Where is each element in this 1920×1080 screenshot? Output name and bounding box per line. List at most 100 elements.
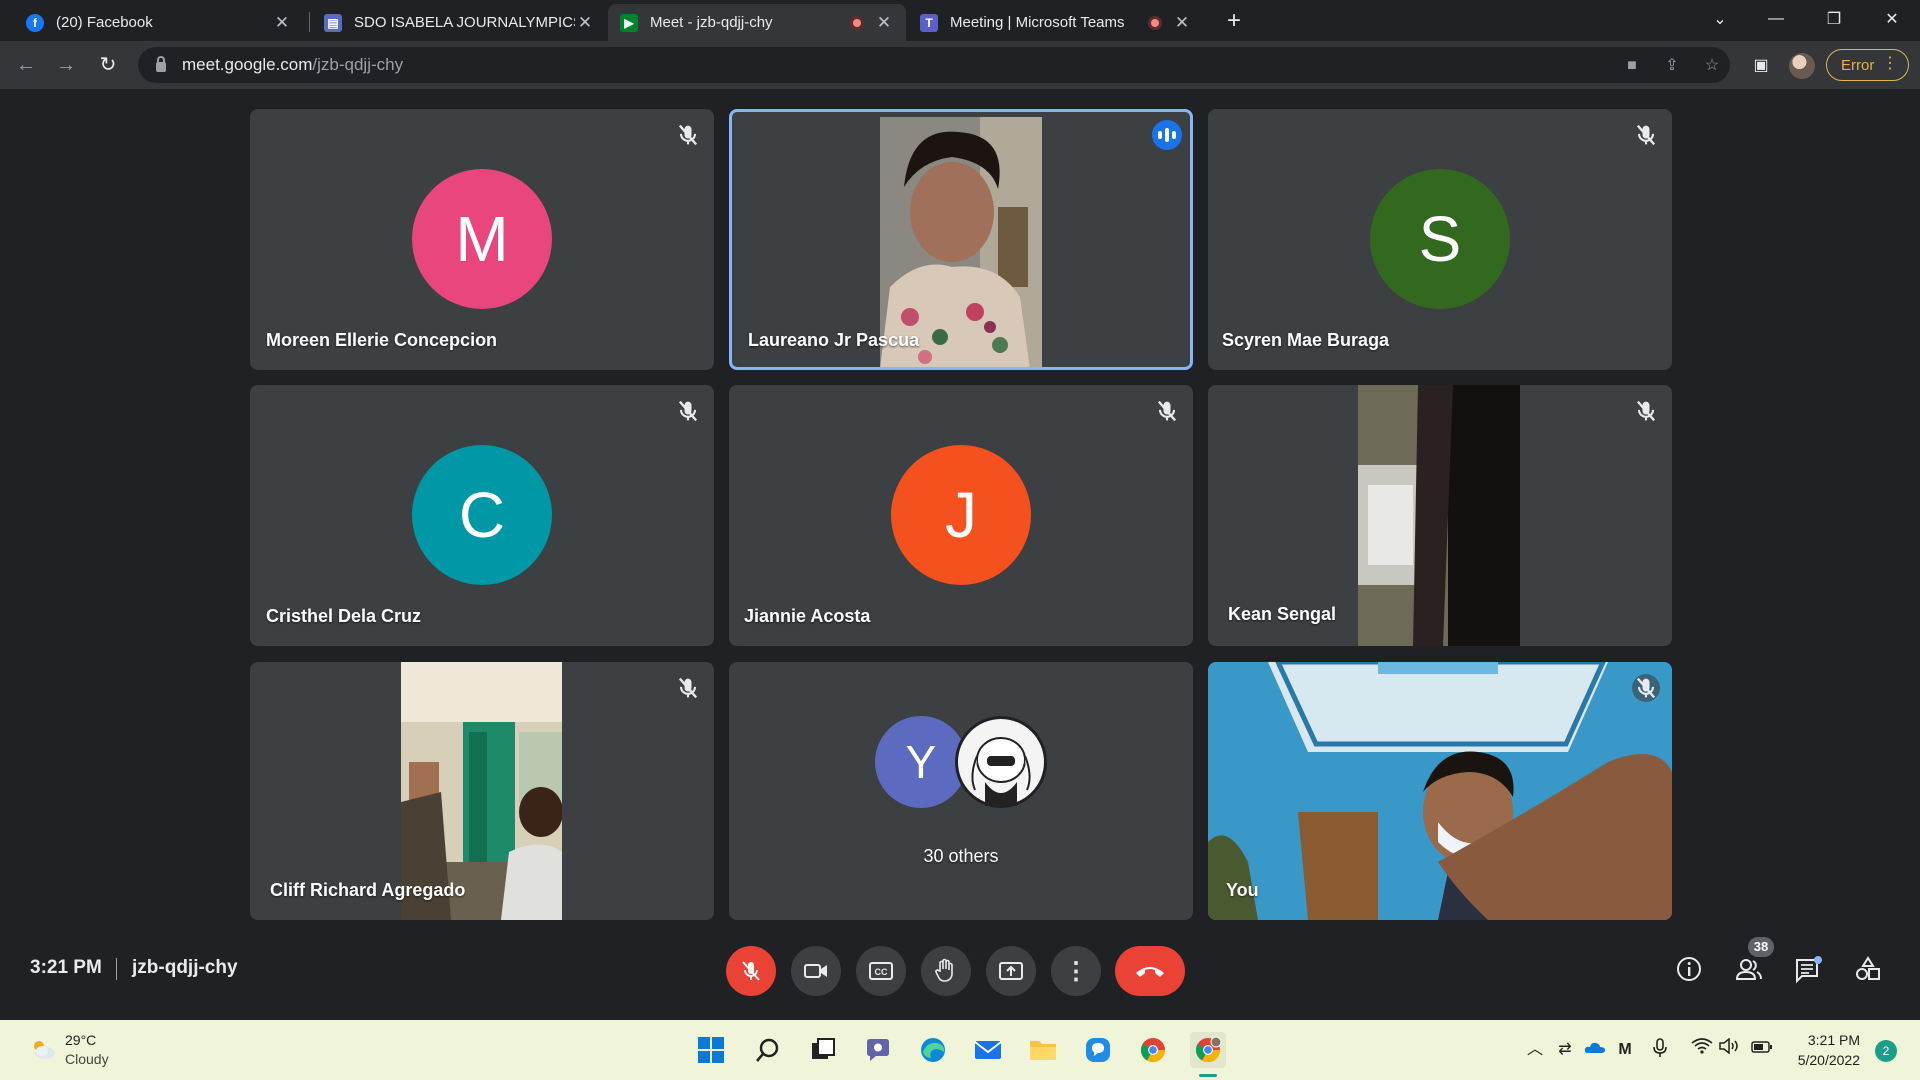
participant-tile[interactable]: Cliff Richard Agregado (250, 662, 714, 920)
captions-button[interactable]: CC (856, 946, 906, 996)
browser-tab-strip: f (20) Facebook ✕ ▤ SDO ISABELA JOURNALY… (0, 0, 1920, 41)
weather-temperature: 29°C (65, 1032, 97, 1048)
chat-icon[interactable] (1792, 955, 1824, 987)
error-button[interactable]: Error ⋮ (1826, 49, 1909, 81)
camera-icon[interactable]: ■ (1622, 56, 1642, 76)
present-screen-button[interactable] (986, 946, 1036, 996)
teams-icon: T (920, 13, 938, 32)
battery-icon[interactable] (1750, 1038, 1774, 1062)
active-app-indicator (1199, 1074, 1217, 1077)
avatar[interactable] (1789, 53, 1815, 79)
more-options-button[interactable]: ⋮ (1051, 946, 1101, 996)
facebook-icon: f (26, 13, 44, 32)
meeting-code: jzb-qdjj-chy (132, 957, 238, 978)
mic-off-icon (1636, 400, 1656, 422)
meet-icon: ▶ (620, 13, 638, 32)
minimize-button[interactable]: — (1748, 0, 1804, 38)
weather-condition: Cloudy (65, 1051, 109, 1067)
leave-call-button[interactable] (1115, 946, 1185, 996)
chevron-up-icon[interactable]: ︿ (1523, 1038, 1547, 1062)
windows-start-icon[interactable] (693, 1032, 729, 1068)
recording-icon (850, 15, 864, 30)
tab-meet[interactable]: ▶ Meet - jzb-qdjj-chy ✕ (608, 4, 906, 41)
hand-icon (935, 958, 953, 982)
address-bar[interactable]: meet.google.com/jzb-qdjj-chy ■ ⇪ ☆ (138, 47, 1730, 83)
lock-icon (156, 56, 166, 72)
mic-off-icon (1632, 674, 1660, 702)
camera-toggle-button[interactable] (791, 946, 841, 996)
meet-tray-icon[interactable]: Μ (1613, 1038, 1637, 1062)
close-window-button[interactable]: ✕ (1864, 0, 1920, 38)
meeting-info-icon[interactable] (1673, 955, 1705, 987)
url-path: /jzb-qdjj-chy (312, 55, 404, 74)
participant-name: Kean Sengal (1228, 604, 1337, 624)
volume-icon[interactable] (1717, 1037, 1741, 1062)
url-host: meet.google.com (182, 55, 313, 74)
messenger-icon[interactable] (1080, 1032, 1116, 1068)
hang-up-icon (1136, 967, 1164, 977)
participant-tile[interactable]: M Moreen Ellerie Concepcion (250, 109, 714, 370)
people-count-badge: 38 (1748, 937, 1774, 957)
wifi-icon[interactable] (1690, 1038, 1714, 1062)
participant-tile[interactable]: J Jiannie Acosta (729, 385, 1193, 646)
clock-date: 5/20/2022 (1797, 1052, 1860, 1068)
microphone-icon[interactable] (1648, 1038, 1672, 1062)
participant-name: Cliff Richard Agregado (270, 880, 466, 900)
tab-search-icon[interactable]: ⌄ (1692, 0, 1748, 38)
bluetooth-transfer-icon[interactable]: ⇄ (1553, 1038, 1577, 1062)
restore-button[interactable]: ❐ (1806, 0, 1862, 38)
tab-label: SDO ISABELA JOURNALYMPICS - (354, 14, 575, 31)
raise-hand-button[interactable] (921, 946, 971, 996)
participant-tile[interactable]: S Scyren Mae Buraga (1208, 109, 1672, 370)
svg-text:CC: CC (875, 967, 888, 977)
close-icon[interactable]: ✕ (1172, 13, 1192, 33)
participant-name: Laureano Jr Pascua (748, 330, 920, 350)
mic-off-icon (1157, 400, 1177, 422)
side-panel-icon[interactable]: ▣ (1750, 55, 1772, 77)
participant-video (1208, 662, 1672, 920)
mic-off-icon (1636, 124, 1656, 146)
task-view-icon[interactable] (805, 1032, 841, 1068)
chrome-profile-icon[interactable] (1190, 1032, 1226, 1068)
mic-off-icon (678, 400, 698, 422)
share-icon[interactable]: ⇪ (1662, 56, 1682, 76)
new-tab-button[interactable]: + (1220, 8, 1248, 36)
clock-time: 3:21 PM (1807, 1032, 1860, 1048)
mic-off-icon (678, 677, 698, 699)
avatar: C (412, 445, 552, 585)
edge-icon[interactable] (915, 1032, 951, 1068)
close-icon[interactable]: ✕ (575, 13, 595, 33)
tab-teams[interactable]: T Meeting | Microsoft Teams ✕ (908, 4, 1204, 41)
participant-video (1358, 385, 1520, 646)
tab-facebook[interactable]: f (20) Facebook ✕ (14, 4, 304, 41)
onedrive-icon[interactable] (1583, 1038, 1607, 1062)
others-tile[interactable]: Y 30 others (729, 662, 1193, 920)
forward-button[interactable]: → (52, 51, 80, 79)
close-icon[interactable]: ✕ (272, 13, 292, 33)
participant-tile-active[interactable]: Laureano Jr Pascua (729, 109, 1193, 370)
system-clock[interactable]: 3:21 PM 5/20/2022 (1798, 1030, 1860, 1070)
file-explorer-icon[interactable] (1025, 1032, 1061, 1068)
tab-journalympics[interactable]: ▤ SDO ISABELA JOURNALYMPICS - ✕ (312, 4, 607, 41)
activities-icon[interactable] (1852, 955, 1884, 987)
mail-icon[interactable] (970, 1032, 1006, 1068)
participant-tile[interactable]: C Cristhel Dela Cruz (250, 385, 714, 646)
tab-label: Meeting | Microsoft Teams (950, 14, 1125, 31)
close-icon[interactable]: ✕ (874, 13, 894, 33)
search-icon[interactable] (750, 1032, 786, 1068)
meeting-time: 3:21 PM (30, 957, 102, 978)
avatar (955, 716, 1047, 808)
participant-tile[interactable]: Kean Sengal (1208, 385, 1672, 646)
people-icon[interactable] (1733, 955, 1765, 987)
teams-chat-icon[interactable] (860, 1032, 896, 1068)
participant-name: Scyren Mae Buraga (1222, 330, 1390, 350)
back-button[interactable]: ← (12, 51, 40, 79)
avatar: S (1370, 169, 1510, 309)
reload-button[interactable]: ↻ (94, 51, 122, 79)
bookmark-star-icon[interactable]: ☆ (1702, 56, 1722, 76)
mic-toggle-button[interactable] (726, 946, 776, 996)
self-view-tile[interactable]: You (1208, 662, 1672, 920)
notification-badge[interactable]: 2 (1875, 1040, 1897, 1062)
chrome-icon[interactable] (1135, 1032, 1171, 1068)
others-count-label: 30 others (923, 846, 999, 866)
